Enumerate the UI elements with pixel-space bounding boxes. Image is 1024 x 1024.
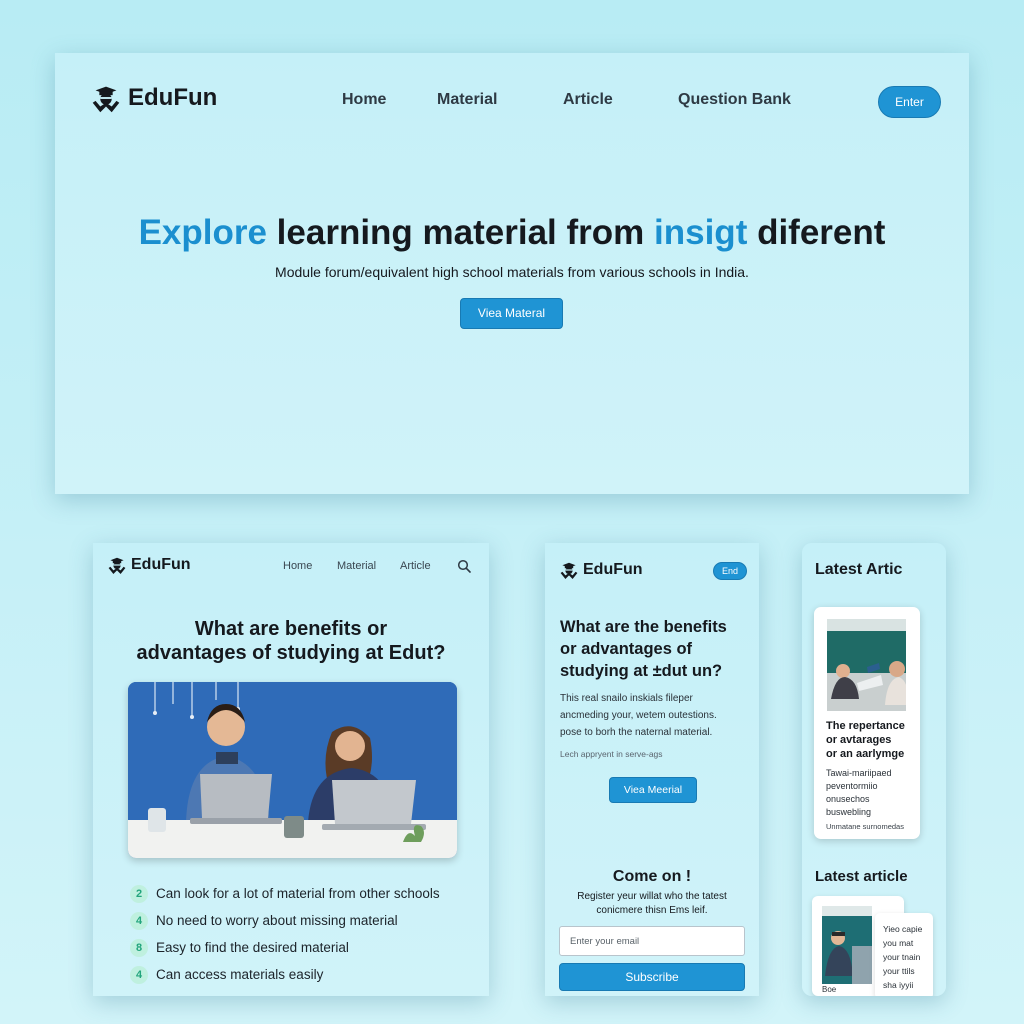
email-field[interactable] [559, 926, 745, 956]
view-material-button[interactable]: Viea Materal [460, 298, 563, 329]
article-excerpt: Tawai-mariipaed peventormiio onusechos b… [826, 767, 916, 819]
search-icon[interactable] [457, 559, 471, 573]
check-badge: 4 [130, 911, 148, 930]
article-excerpt-line-3: your tnain [883, 952, 921, 962]
mobile-view: EduFun End What are the benefits or adva… [545, 543, 759, 996]
hero-title-text-2: diferent [747, 213, 886, 252]
brand-name: EduFun [583, 561, 643, 578]
hero-title-text-1: learning material from [266, 213, 655, 252]
benefits-heading: What are the benefits or advantages of s… [560, 616, 750, 682]
main-nav: Home Material Article Question Bank [55, 91, 969, 115]
article-excerpt-line-4: buswebling [826, 807, 872, 817]
nav-item-material[interactable]: Material [337, 560, 376, 572]
benefit-text: No need to worry about missing material [156, 913, 398, 928]
cta-text-line-1: Register yeur willat who the tatest [577, 891, 727, 902]
benefit-text: Can look for a lot of material from othe… [156, 886, 440, 901]
article-title-line-2: or avtarages [826, 734, 892, 746]
article-card[interactable]: The repertance or avtarages or an aarlym… [814, 607, 920, 839]
article-title-line-1: The repertance [826, 720, 905, 732]
benefits-heading-line-2: advantages of studying at Edut? [136, 642, 446, 664]
list-item: 2 Can look for a lot of material from oth… [130, 880, 480, 907]
cta-text-line-2: conicmere thisn Ems leif. [596, 905, 708, 916]
article-excerpt-line-4: your ttils [883, 966, 915, 976]
latest-article-heading: Latest article [815, 868, 908, 885]
article-excerpt-line-5: sha iyyii [883, 980, 914, 990]
article-excerpt-line-1: Yieo capie [883, 924, 923, 934]
nav-item-material[interactable]: Material [437, 91, 497, 109]
list-item: 4 Can access materials easily [130, 961, 480, 988]
article-thumbnail [822, 906, 872, 984]
article-thumbnail [827, 619, 906, 711]
benefits-heading-line-1: What are the benefits [560, 618, 727, 636]
nav-item-article[interactable]: Article [400, 560, 431, 572]
check-badge: 2 [130, 884, 148, 903]
hero-subtitle: Module forum/equivalent high school mate… [275, 264, 749, 280]
check-badge: 4 [130, 965, 148, 984]
benefits-heading-line-3: studying at ±dut un? [560, 662, 723, 680]
description-line-1: This real snailo inskials fileper [560, 693, 693, 704]
check-badge: 8 [130, 938, 148, 957]
brand-name: EduFun [131, 556, 191, 573]
article-excerpt: Yieo capie you mat your tnain your ttils… [883, 922, 931, 992]
latest-articles-heading: Latest Artic [815, 561, 903, 578]
nav-item-home[interactable]: Home [283, 560, 312, 572]
cta-title: Come on ! [612, 868, 692, 885]
hero-title: Explore learning material from insigt di… [55, 213, 969, 253]
list-item: 4 No need to worry about missing material [130, 907, 480, 934]
article-footer: Unmatane surnomedas [826, 822, 904, 831]
nav-item-home[interactable]: Home [342, 91, 386, 109]
nav-item-article[interactable]: Article [563, 91, 613, 109]
article-card[interactable]: Yieo capie you mat your tnain your ttils… [875, 913, 933, 996]
article-title-line-3: or an aarlymge [826, 748, 905, 760]
subscribe-button[interactable]: Subscribe [559, 963, 745, 991]
benefits-description: This real snailo inskials fileper ancmed… [560, 690, 750, 741]
description-line-3: pose to borh the naternal material. [560, 727, 713, 738]
description-line-2: ancmeding your, wetem outestions. [560, 710, 717, 721]
article-excerpt-line-3: onusechos [826, 794, 870, 804]
benefits-heading-line-1: What are benefits or [194, 618, 388, 640]
tablet-view: EduFun Home Material Article What are be… [93, 543, 489, 996]
end-button[interactable]: End [713, 562, 747, 580]
note-text: Lech appryent in serve-ags [560, 749, 663, 759]
list-item: 8 Easy to find the desired material [130, 934, 480, 961]
hero-title-highlight-2: insigt [654, 213, 748, 252]
cta-text: Register yeur willat who the tatest coni… [560, 890, 744, 918]
logo[interactable]: EduFun [557, 558, 643, 582]
students-photo [128, 682, 457, 858]
graduate-icon [105, 553, 129, 577]
logo[interactable]: EduFun [105, 553, 191, 577]
article-footer: Boe [822, 985, 837, 994]
benefits-list: 2 Can look for a lot of material from oth… [130, 880, 480, 988]
view-material-button[interactable]: Viea Meerial [609, 777, 697, 803]
article-title: The repertance or avtarages or an aarlym… [826, 719, 916, 761]
benefit-text: Can access materials easily [156, 967, 324, 982]
article-excerpt-line-2: peventormiio [826, 781, 878, 791]
article-excerpt-line-1: Tawai-mariipaed [826, 768, 892, 778]
benefits-heading: What are benefits or advantages of study… [93, 617, 489, 665]
articles-view: Latest Artic The repertance or avtarages… [802, 543, 946, 996]
graduate-icon [557, 558, 581, 582]
hero-title-highlight-1: Explore [138, 213, 267, 252]
benefit-text: Easy to find the desired material [156, 940, 349, 955]
article-excerpt-line-2: you mat [883, 938, 914, 948]
benefits-heading-line-2: or advantages of [560, 640, 693, 658]
nav-item-question-bank[interactable]: Question Bank [678, 91, 791, 109]
desktop-view: EduFun Home Material Article Question Ba… [55, 53, 969, 494]
enter-button[interactable]: Enter [878, 86, 941, 118]
